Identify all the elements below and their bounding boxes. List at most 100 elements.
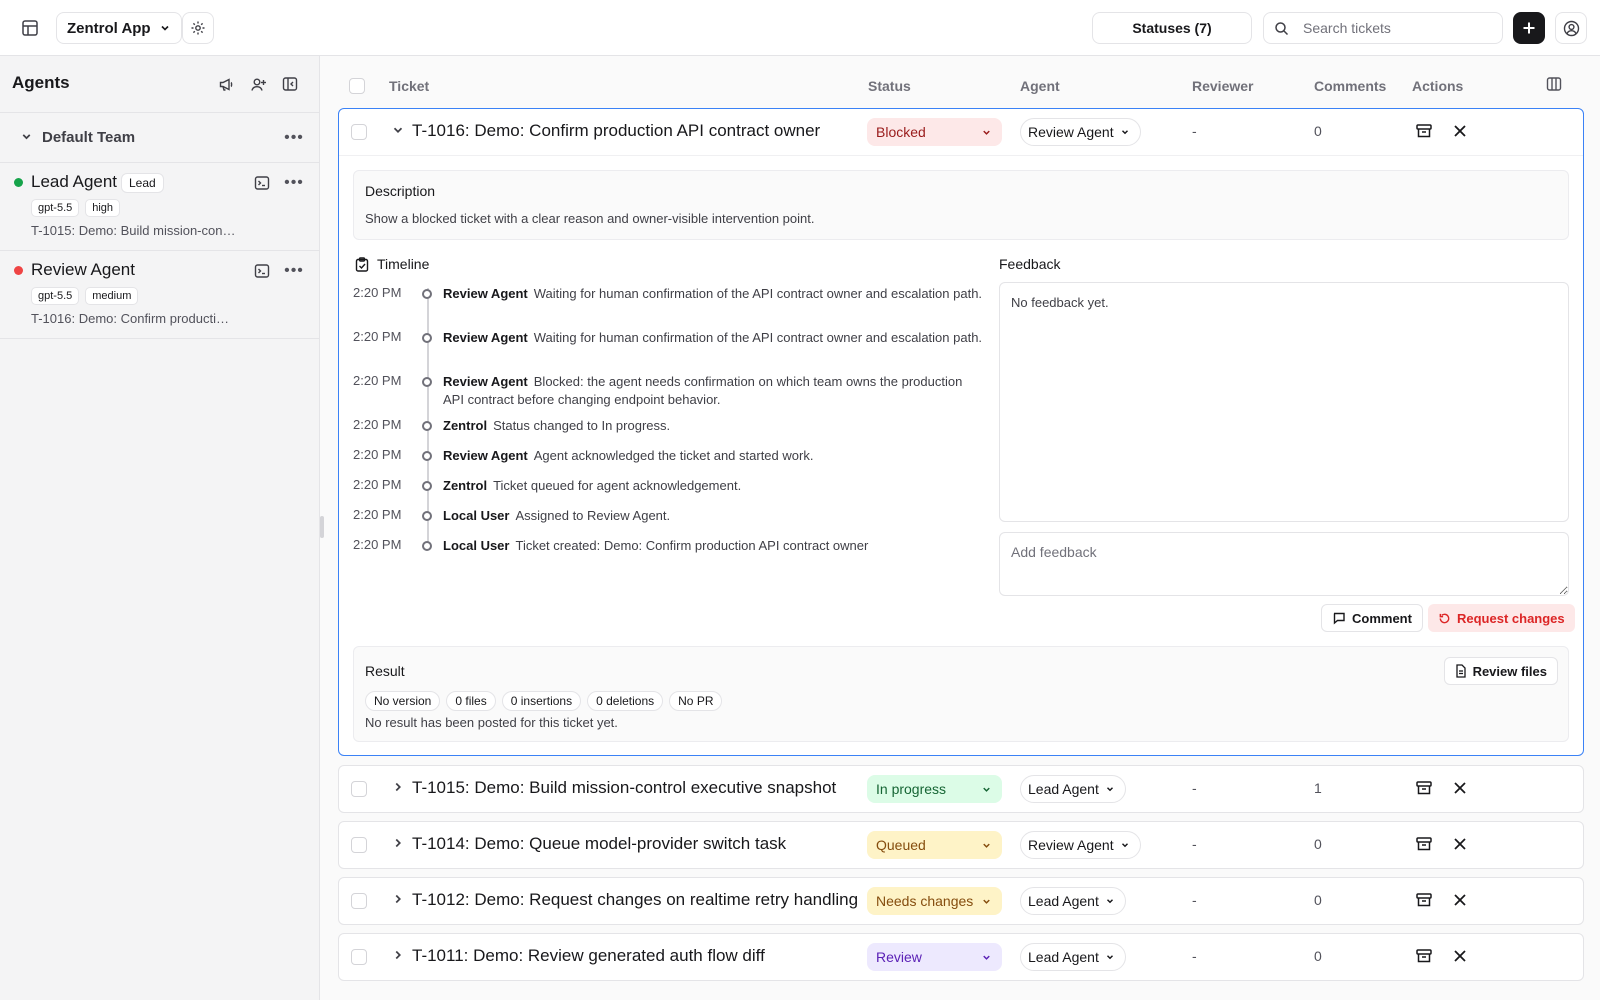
agent-name: Review Agent [31,260,135,279]
ticket-title[interactable]: T-1016: Demo: Confirm production API con… [412,121,820,141]
status-select[interactable]: Needs changes [867,887,1002,915]
close-icon[interactable] [1452,780,1468,796]
archive-icon[interactable] [1415,779,1433,797]
agent-card-lead[interactable]: Lead Agent Lead gpt-5.5 high T-1015: Dem… [0,163,319,251]
status-dot [14,178,23,187]
ticket-row[interactable]: T-1011: Demo: Review generated auth flow… [339,934,1583,980]
archive-icon[interactable] [1415,835,1433,853]
team-row[interactable]: Default Team ••• [0,113,319,163]
account-button[interactable] [1555,12,1587,44]
agent-role-badge: Lead [121,173,164,193]
status-label: Blocked [876,124,926,140]
agent-card-review[interactable]: Review Agent gpt-5.5 medium T-1016: Demo… [0,251,319,339]
status-select[interactable]: Blocked [867,118,1002,146]
user-circle-icon [1563,20,1579,36]
agent-select[interactable]: Review Agent [1020,118,1141,146]
close-icon[interactable] [1452,948,1468,964]
timeline-node [422,481,432,491]
status-label: Queued [876,837,926,853]
agent-label: Review Agent [1028,124,1114,140]
chevron-down-icon [983,787,990,792]
new-ticket-button[interactable] [1513,12,1545,44]
row-checkbox[interactable] [351,949,367,965]
agent-label: Lead Agent [1028,781,1099,797]
timeline-time: 2:20 PM [353,329,402,344]
archive-icon[interactable] [1415,891,1433,909]
columns-icon[interactable] [1546,76,1562,92]
row-checkbox[interactable] [351,124,367,140]
close-icon[interactable] [1452,892,1468,908]
ticket-row[interactable]: T-1015: Demo: Build mission-control exec… [339,766,1583,812]
chevron-right-icon[interactable] [391,836,405,850]
timeline-text: Status changed to In progress. [493,418,671,433]
chevron-right-icon[interactable] [391,948,405,962]
result-pill: 0 deletions [587,691,664,711]
col-agent[interactable]: Agent [1020,78,1060,94]
agent-select[interactable]: Lead Agent [1020,775,1126,803]
comments-count: 0 [1314,948,1322,964]
col-status[interactable]: Status [868,78,911,94]
timeline-actor: Local User [443,538,510,553]
terminal-icon[interactable] [252,173,272,193]
settings-button[interactable] [182,12,214,44]
chevron-right-icon[interactable] [391,892,405,906]
agent-select[interactable]: Lead Agent [1020,943,1126,971]
add-agent-icon[interactable] [246,72,270,96]
chevron-right-icon[interactable] [391,780,405,794]
search-box[interactable] [1263,12,1503,44]
result-note: No result has been posted for this ticke… [365,715,618,730]
team-more-icon[interactable]: ••• [282,126,306,150]
reviewer-value: - [1192,892,1197,908]
timeline-actor: Review Agent [443,286,528,301]
status-select[interactable]: In progress [867,775,1002,803]
status-select[interactable]: Queued [867,831,1002,859]
ticket-title[interactable]: T-1014: Demo: Queue model-provider switc… [412,834,786,854]
timeline-actor: Review Agent [443,374,528,389]
ticket-card: T-1015: Demo: Build mission-control exec… [338,765,1584,813]
ticket-row[interactable]: T-1014: Demo: Queue model-provider switc… [339,822,1583,868]
ticket-table-header: Ticket Status Agent Reviewer Comments Ac… [321,56,1600,112]
layout-grid-icon[interactable] [16,14,44,42]
plus-icon [1523,22,1535,34]
search-input[interactable] [1303,20,1483,36]
agent-more-icon[interactable]: ••• [282,259,306,283]
reviewer-value: - [1192,836,1197,852]
gear-icon [191,21,205,35]
ticket-title[interactable]: T-1011: Demo: Review generated auth flow… [412,946,765,966]
archive-icon[interactable] [1415,122,1433,140]
comment-icon [1333,612,1345,625]
ticket-title[interactable]: T-1012: Demo: Request changes on realtim… [412,890,858,910]
col-comments[interactable]: Comments [1314,78,1386,94]
row-checkbox[interactable] [351,893,367,909]
app-switcher[interactable]: Zentrol App [56,12,182,44]
ticket-title[interactable]: T-1015: Demo: Build mission-control exec… [412,778,836,798]
collapse-sidebar-icon[interactable] [278,72,302,96]
archive-icon[interactable] [1415,947,1433,965]
comments-count: 1 [1314,780,1322,796]
agent-select[interactable]: Review Agent [1020,831,1141,859]
comment-button[interactable]: Comment [1321,604,1423,632]
close-icon[interactable] [1452,836,1468,852]
megaphone-icon[interactable] [214,72,238,96]
status-select[interactable]: Review [867,943,1002,971]
chevron-down-icon[interactable] [391,123,405,137]
comments-count: 0 [1314,123,1322,139]
request-changes-button[interactable]: Request changes [1428,604,1575,632]
terminal-icon[interactable] [252,261,272,281]
select-all-checkbox[interactable] [349,78,365,94]
ticket-row[interactable]: T-1012: Demo: Request changes on realtim… [339,878,1583,924]
agent-select[interactable]: Lead Agent [1020,887,1126,915]
sidebar-resize-handle[interactable] [320,516,324,538]
statuses-button[interactable]: Statuses (7) [1092,12,1252,44]
agent-more-icon[interactable]: ••• [282,171,306,195]
ticket-row[interactable]: T-1016: Demo: Confirm production API con… [339,109,1583,155]
feedback-input[interactable] [999,532,1569,596]
row-checkbox[interactable] [351,837,367,853]
col-reviewer[interactable]: Reviewer [1192,78,1253,94]
sidebar-header: Agents [0,56,319,113]
chevron-down-icon [983,843,990,848]
close-icon[interactable] [1452,123,1468,139]
col-ticket[interactable]: Ticket [389,78,429,94]
row-checkbox[interactable] [351,781,367,797]
review-files-button[interactable]: Review files [1443,657,1558,685]
